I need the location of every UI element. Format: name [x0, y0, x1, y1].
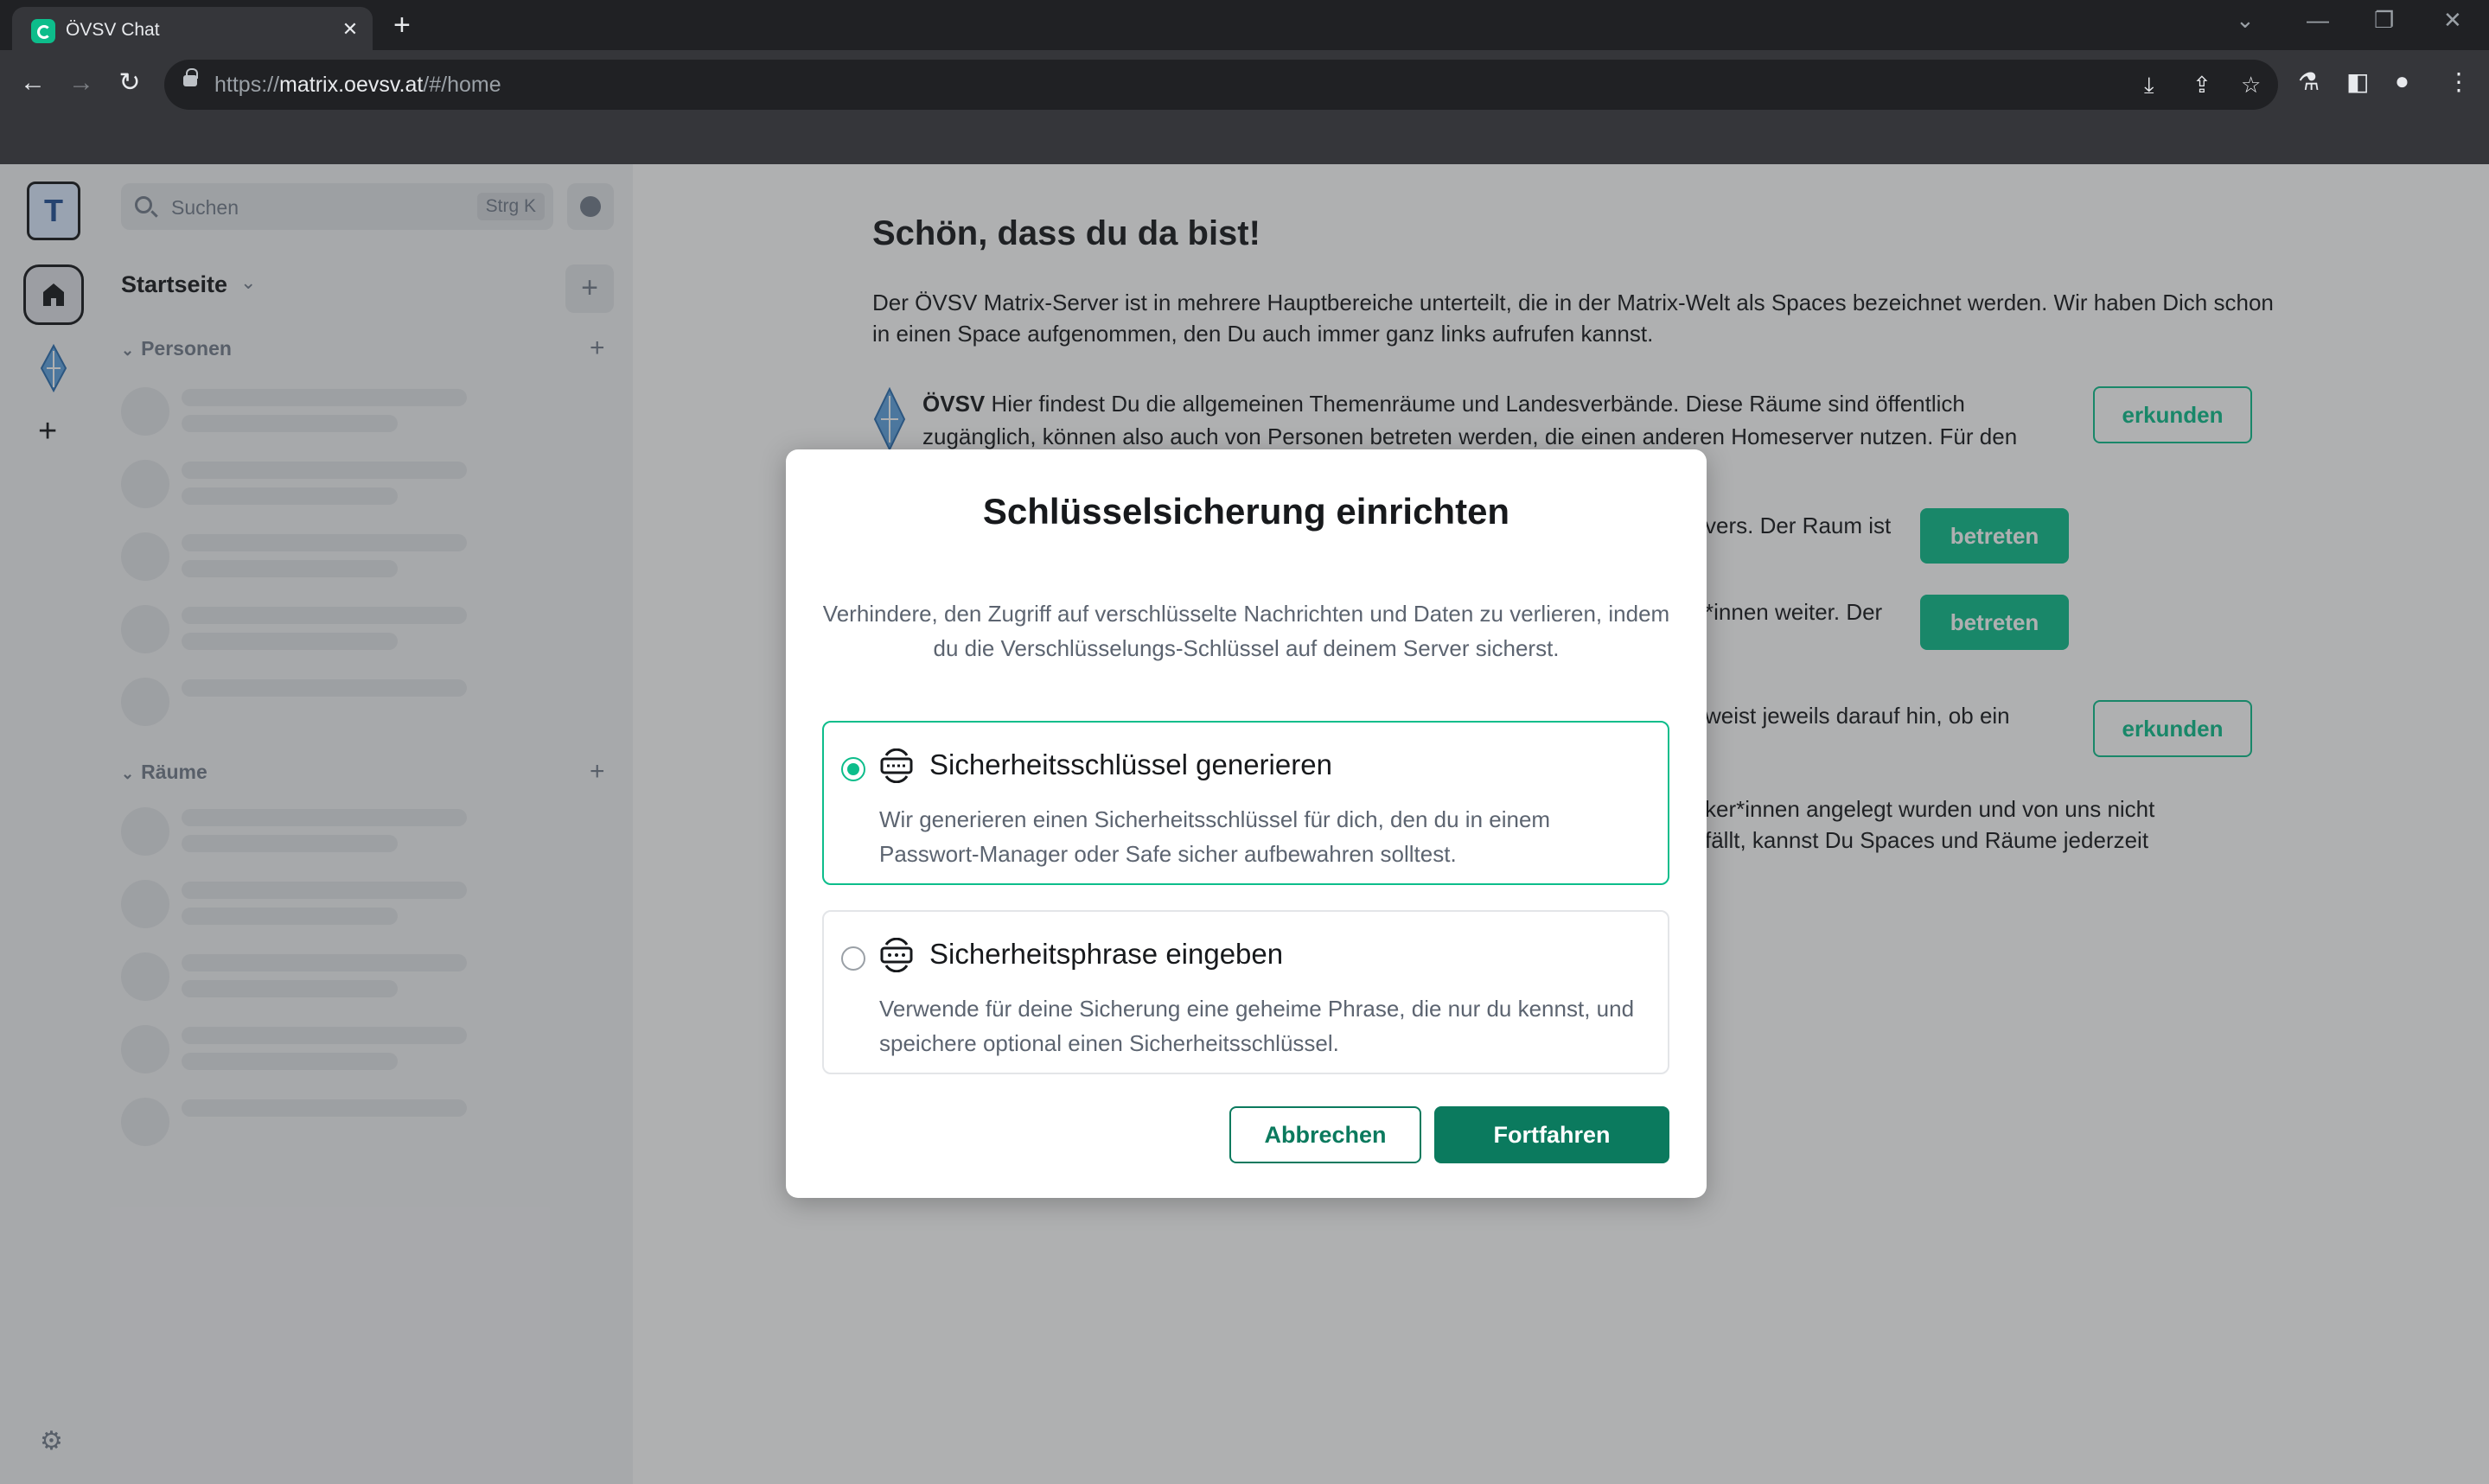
- browser-tab[interactable]: ÖVSV Chat ✕: [12, 7, 373, 50]
- forward-icon[interactable]: →: [64, 66, 99, 100]
- bookmark-star-icon[interactable]: ☆: [2241, 72, 2261, 99]
- browser-toolbar: ← → ↻ https://matrix.oevsv.at/#/home ⤓ ⇪…: [0, 50, 2489, 119]
- new-tab-icon[interactable]: +: [393, 10, 411, 40]
- radio-generate-key[interactable]: [841, 757, 865, 781]
- option-title: Sicherheitsphrase eingeben: [929, 938, 1284, 970]
- key-backup-dialog: Schlüsselsicherung einrichten Verhindere…: [786, 449, 1707, 1198]
- reload-icon[interactable]: ↻: [112, 66, 147, 100]
- profile-icon[interactable]: ●: [2395, 67, 2409, 95]
- option-description: Wir generieren einen Sicherheitsschlüsse…: [879, 806, 1551, 867]
- security-key-icon: [880, 748, 913, 783]
- security-phrase-icon: [880, 938, 913, 972]
- dialog-description: Verhindere, den Zugriff auf verschlüssel…: [822, 601, 1670, 661]
- share-icon[interactable]: ⇪: [2192, 72, 2211, 99]
- browser-menu-icon[interactable]: ⋮: [2447, 67, 2471, 96]
- option-title: Sicherheitsschlüssel generieren: [929, 748, 1332, 780]
- radio-enter-phrase[interactable]: [841, 946, 865, 971]
- side-panel-icon[interactable]: ◧: [2346, 67, 2369, 96]
- url-text: https://matrix.oevsv.at/#/home: [214, 73, 501, 97]
- close-window-icon[interactable]: ✕: [2443, 7, 2462, 34]
- cancel-button[interactable]: Abbrechen: [1229, 1106, 1421, 1163]
- continue-button[interactable]: Fortfahren: [1434, 1106, 1669, 1163]
- lock-icon: [183, 68, 198, 86]
- install-app-icon[interactable]: ⤓: [2144, 72, 2154, 99]
- option-enter-phrase[interactable]: Sicherheitsphrase eingeben Verwende für …: [822, 910, 1669, 1074]
- minimize-icon[interactable]: —: [2307, 7, 2329, 34]
- element-favicon-icon: [31, 19, 55, 43]
- labs-icon[interactable]: ⚗: [2298, 67, 2320, 96]
- restore-icon[interactable]: ❐: [2374, 7, 2394, 34]
- option-description: Verwende für deine Sicherung eine geheim…: [879, 996, 1635, 1056]
- back-icon[interactable]: ←: [16, 66, 50, 100]
- browser-titlebar: ÖVSV Chat ✕ + ⌄ — ❐ ✕: [0, 0, 2489, 50]
- address-bar[interactable]: https://matrix.oevsv.at/#/home ⤓ ⇪ ☆: [164, 60, 2278, 110]
- bookmark-bar: [0, 119, 2489, 164]
- close-tab-icon[interactable]: ✕: [338, 17, 362, 41]
- option-generate-key[interactable]: Sicherheitsschlüssel generieren Wir gene…: [822, 721, 1669, 885]
- tab-search-icon[interactable]: ⌄: [2236, 7, 2255, 34]
- dialog-title: Schlüsselsicherung einrichten: [982, 491, 1510, 532]
- tab-title: ÖVSV Chat: [66, 20, 160, 40]
